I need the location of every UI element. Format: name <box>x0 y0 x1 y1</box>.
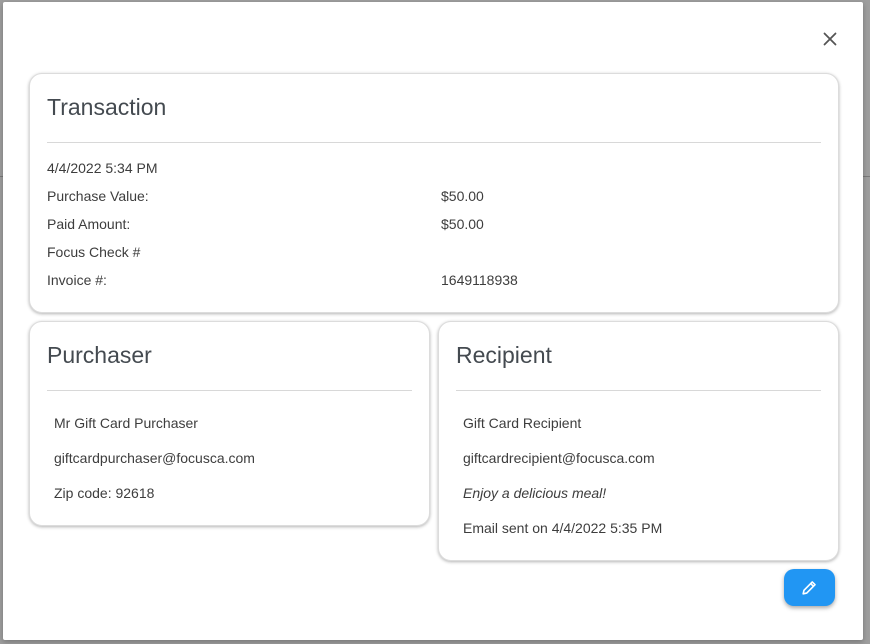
purchaser-zip: Zip code: 92618 <box>54 485 155 501</box>
transaction-datetime: 4/4/2022 5:34 PM <box>47 160 158 176</box>
recipient-message: Enjoy a delicious meal! <box>463 485 607 501</box>
transaction-divider <box>47 142 821 143</box>
recipient-divider <box>456 390 821 391</box>
close-button[interactable] <box>818 27 842 51</box>
recipient-email: giftcardrecipient@focusca.com <box>463 450 655 466</box>
recipient-title: Recipient <box>456 342 552 368</box>
purchase-value-label: Purchase Value: <box>47 188 149 204</box>
close-icon <box>823 32 837 46</box>
purchaser-email: giftcardpurchaser@focusca.com <box>54 450 255 466</box>
purchaser-card: Purchaser Mr Gift Card Purchaser giftcar… <box>29 321 430 526</box>
invoice-value: 1649118938 <box>441 272 518 288</box>
paid-amount-value: $50.00 <box>441 216 484 232</box>
pencil-icon <box>802 581 816 595</box>
invoice-label: Invoice #: <box>47 272 107 288</box>
recipient-card: Recipient Gift Card Recipient giftcardre… <box>438 321 839 561</box>
purchaser-title: Purchaser <box>47 342 152 368</box>
purchase-value-amount: $50.00 <box>441 188 484 204</box>
transaction-card: Transaction 4/4/2022 5:34 PM Purchase Va… <box>29 73 839 313</box>
recipient-name: Gift Card Recipient <box>463 415 582 431</box>
email-sent-status: Email sent on 4/4/2022 5:35 PM <box>463 520 663 536</box>
paid-amount-label: Paid Amount: <box>47 216 131 232</box>
edit-button[interactable] <box>784 569 835 606</box>
focus-check-label: Focus Check # <box>47 244 141 260</box>
transaction-title: Transaction <box>47 94 167 120</box>
purchaser-name: Mr Gift Card Purchaser <box>54 415 198 431</box>
purchaser-divider <box>47 390 412 391</box>
transaction-dialog: Transaction 4/4/2022 5:34 PM Purchase Va… <box>3 2 863 640</box>
